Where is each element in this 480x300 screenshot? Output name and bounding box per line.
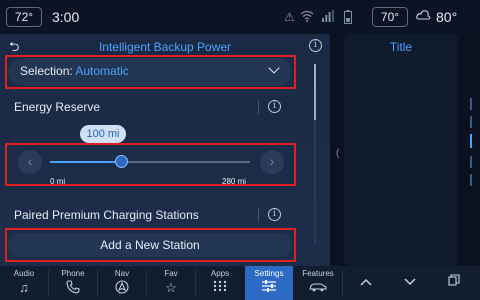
- scroll-up-button[interactable]: [344, 266, 388, 300]
- no-signal-icon: ⚠: [284, 10, 295, 24]
- selection-label: Selection:: [20, 64, 73, 78]
- phone-icon: [49, 280, 97, 298]
- chevron-up-icon: [344, 274, 388, 290]
- nav-phone[interactable]: Phone: [49, 266, 97, 300]
- slider-value-tooltip: 100 mi: [80, 125, 126, 143]
- page-title: Intelligent Backup Power: [98, 40, 232, 54]
- energy-reserve-slider[interactable]: ‹ ›: [8, 147, 292, 177]
- signal-bars-icon: [322, 10, 334, 25]
- car-icon: [294, 280, 342, 296]
- main-panel: ⮌ Intelligent Backup Power i Selection: …: [0, 34, 330, 266]
- divider: [258, 100, 259, 114]
- slider-increase-button[interactable]: ›: [260, 150, 284, 174]
- edge-handle: [470, 174, 472, 186]
- edge-handle: [470, 116, 472, 128]
- scrollbar-thumb[interactable]: [314, 64, 316, 120]
- nav-settings[interactable]: Settings: [245, 266, 293, 300]
- outside-temp-pill: 72°: [6, 7, 42, 27]
- paired-stations-info-icon[interactable]: i: [268, 208, 281, 221]
- nav-apps[interactable]: Apps: [196, 266, 244, 300]
- nav-label: Audio: [13, 269, 35, 278]
- nav-label: Apps: [210, 269, 230, 278]
- energy-reserve-info-icon[interactable]: i: [268, 100, 281, 113]
- slider-max-label: 280 mi: [222, 177, 247, 186]
- nav-audio[interactable]: Audio ♫: [0, 266, 48, 300]
- navigation-icon: [98, 280, 146, 298]
- edge-handle: [470, 98, 472, 110]
- scrollbar[interactable]: [314, 64, 316, 244]
- nav-label: Phone: [61, 269, 85, 278]
- cabin-temp-pill[interactable]: 70°: [372, 7, 408, 27]
- outside-temp: 72°: [14, 10, 34, 24]
- music-note-icon: ♫: [19, 280, 29, 295]
- add-station-button[interactable]: Add a New Station: [8, 233, 292, 257]
- nav-label: Nav: [114, 269, 130, 278]
- star-icon: ☆: [165, 280, 177, 295]
- side-panel: Title: [344, 34, 458, 266]
- scroll-down-button[interactable]: [388, 266, 432, 300]
- nav-separator: [342, 270, 343, 296]
- side-panel-title: Title: [389, 40, 413, 54]
- paired-stations-label: Paired Premium Charging Stations: [14, 208, 199, 222]
- divider: [258, 208, 259, 222]
- copy-windows-icon: [432, 274, 476, 290]
- info-icon[interactable]: i: [309, 39, 322, 52]
- selection-dropdown[interactable]: Selection: Automatic: [8, 58, 292, 86]
- climate-icon: [416, 9, 432, 26]
- status-bar: 72° 3:00 ⚠ 70° 80°: [0, 0, 480, 34]
- chevron-down-icon: [388, 274, 432, 290]
- slider-decrease-button[interactable]: ‹: [18, 150, 42, 174]
- nav-label: Settings: [254, 269, 284, 278]
- wifi-icon: [300, 10, 314, 25]
- energy-reserve-label: Energy Reserve: [14, 100, 101, 114]
- chevron-down-icon: [268, 62, 280, 74]
- battery-icon: [344, 10, 352, 27]
- windows-button[interactable]: [432, 266, 476, 300]
- slider-fill: [50, 161, 122, 163]
- slider-min-label: 0 mi: [50, 177, 66, 186]
- nav-features[interactable]: Features: [294, 266, 342, 300]
- sliders-icon: [245, 280, 293, 296]
- nav-label: Features: [302, 269, 334, 278]
- selection-value: Automatic: [75, 64, 129, 78]
- slider-thumb[interactable]: [114, 155, 128, 168]
- bottom-nav: Audio ♫ Phone Nav Fav ☆ Apps Settings Fe…: [0, 266, 480, 300]
- climate-temp: 80°: [436, 9, 458, 25]
- panel-handle-icon[interactable]: (: [336, 148, 339, 159]
- nav-label: Fav: [164, 269, 178, 278]
- slider-track[interactable]: [50, 161, 250, 163]
- apps-grid-icon: [196, 280, 244, 296]
- cabin-temp: 70°: [380, 10, 400, 24]
- nav-fav[interactable]: Fav ☆: [147, 266, 195, 300]
- nav-nav[interactable]: Nav: [98, 266, 146, 300]
- selection-label-wrap: Selection: Automatic: [20, 64, 129, 78]
- clock: 3:00: [52, 9, 80, 25]
- edge-handle: [470, 156, 472, 168]
- edge-handle-active: [470, 134, 472, 148]
